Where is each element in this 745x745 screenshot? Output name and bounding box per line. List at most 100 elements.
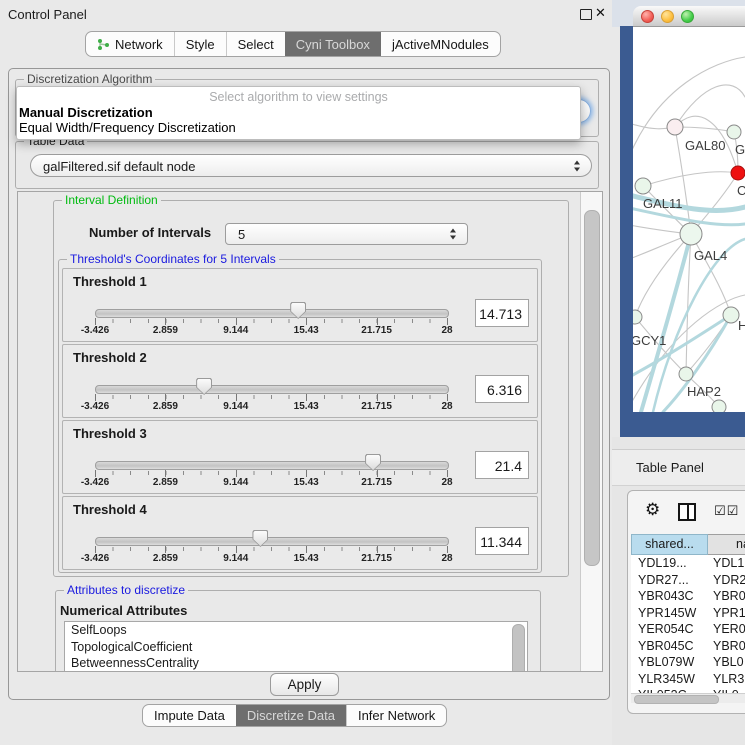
apply-button[interactable]: Apply <box>270 673 339 696</box>
table-row[interactable]: YDL19...YDL1 <box>631 555 745 572</box>
slider-track[interactable] <box>95 537 449 546</box>
horizontal-scrollbar-track[interactable] <box>631 693 745 703</box>
gear-icon[interactable]: ⚙ <box>645 500 660 520</box>
slider-ticks <box>95 319 448 323</box>
table-data-combobox[interactable]: galFiltered.sif default node <box>30 154 592 177</box>
slider-ticks <box>95 471 448 475</box>
tick-label: 21.715 <box>361 401 392 412</box>
table-row[interactable]: YLR345WYLR3 <box>631 671 745 688</box>
network-node[interactable] <box>667 119 683 135</box>
node-table: shared... na YDL19...YDL1YDR27...YDR2YBR… <box>631 534 745 703</box>
table-row[interactable]: YDR27...YDR2 <box>631 572 745 589</box>
tab-impute-data[interactable]: Impute Data <box>143 705 236 726</box>
threshold-panel: Threshold 3 -3.4262.8599.14415.4321.7152… <box>62 420 538 494</box>
tab-select[interactable]: Select <box>226 32 285 56</box>
tab-label: jActiveMNodules <box>392 37 489 52</box>
network-node[interactable] <box>635 178 651 194</box>
tick-label: 15.43 <box>294 325 319 336</box>
tab-label: Select <box>238 37 274 52</box>
top-tab-bar: Network Style Select Cyni Toolbox jActiv… <box>85 31 501 57</box>
app-root: Control Panel ✕ Network Style Select Cyn… <box>0 0 745 745</box>
table-row[interactable]: YBL079WYBL0 <box>631 654 745 671</box>
list-item[interactable]: TopologicalCoefficient <box>65 639 527 656</box>
network-node[interactable] <box>633 310 642 324</box>
threshold-value-field[interactable]: 21.4 <box>475 451 529 479</box>
slider-track[interactable] <box>95 461 449 470</box>
tab-jactivemnodules[interactable]: jActiveMNodules <box>381 32 500 56</box>
tab-label: Style <box>186 37 215 52</box>
list-item[interactable]: BetweennessCentrality <box>65 655 527 672</box>
column-header-shared-name[interactable]: shared... <box>631 534 708 555</box>
threshold-value-field[interactable]: 14.713 <box>475 299 529 327</box>
network-node[interactable] <box>731 166 745 180</box>
columns-icon[interactable] <box>678 503 696 521</box>
table-row[interactable]: YBR045CYBR0 <box>631 638 745 655</box>
tab-infer-network[interactable]: Infer Network <box>346 705 446 726</box>
network-icon <box>97 38 110 51</box>
column-header-name[interactable]: na <box>708 534 745 555</box>
threshold-panel: Threshold 1 -3.4262.8599.14415.4321.7152… <box>62 268 538 342</box>
node-label: HAP2 <box>687 384 721 399</box>
tab-discretize-data[interactable]: Discretize Data <box>236 705 346 726</box>
numerical-attributes-list[interactable]: SelfLoopsTopologicalCoefficientBetweenne… <box>64 621 528 672</box>
threshold-label: Threshold 2 <box>73 350 147 365</box>
dropdown-option-manual[interactable]: Manual Discretization <box>17 105 580 120</box>
network-node[interactable] <box>679 367 693 381</box>
tab-cyni-toolbox[interactable]: Cyni Toolbox <box>285 32 381 56</box>
dropdown-hint: Select algorithm to view settings <box>17 87 580 105</box>
minimize-window-icon[interactable] <box>661 10 674 23</box>
tick-label: -3.426 <box>81 325 109 336</box>
scrollbar-track[interactable] <box>580 192 602 671</box>
threshold-panel: Threshold 2 -3.4262.8599.14415.4321.7152… <box>62 344 538 418</box>
threshold-label: Threshold 3 <box>73 426 147 441</box>
network-node[interactable] <box>712 400 726 412</box>
node-label: C <box>737 183 745 198</box>
close-icon[interactable]: ✕ <box>595 5 606 21</box>
num-intervals-spinner[interactable]: 5 <box>225 223 468 245</box>
checkbox-icons[interactable]: ☑☑ <box>714 503 739 519</box>
zoom-window-icon[interactable] <box>681 10 694 23</box>
tick-label: 9.144 <box>223 553 248 564</box>
float-window-icon[interactable] <box>580 9 592 20</box>
table-header-row: shared... na <box>631 534 745 555</box>
table-row[interactable]: YBR043CYBR0 <box>631 588 745 605</box>
slider-track[interactable] <box>95 385 449 394</box>
tick-label: 15.43 <box>294 553 319 564</box>
tab-label: Network <box>115 37 163 52</box>
spinner-arrows-icon <box>450 229 457 240</box>
tick-label: 15.43 <box>294 401 319 412</box>
algorithm-dropdown-popup: Select algorithm to view settings Manual… <box>16 86 581 140</box>
list-item[interactable]: SelfLoops <box>65 622 527 639</box>
tick-label: 28 <box>441 325 452 336</box>
threshold-value-field[interactable]: 6.316 <box>475 375 529 403</box>
slider-track[interactable] <box>95 309 449 318</box>
scrollbar-thumb[interactable] <box>584 210 600 566</box>
horizontal-scrollbar-thumb[interactable] <box>634 695 719 704</box>
node-label: GAL80 <box>685 138 725 153</box>
network-window-titlebar[interactable] <box>633 6 745 27</box>
interval-definition-group: Interval Definition Number of Intervals … <box>53 200 569 577</box>
tick-label: 2.859 <box>153 401 178 412</box>
list-scrollbar[interactable] <box>512 624 525 672</box>
group-title: Attributes to discretize <box>64 583 188 597</box>
network-node[interactable] <box>723 307 739 323</box>
tick-label: 2.859 <box>153 477 178 488</box>
network-canvas[interactable]: GAL80GAGAL11CGAL4GCY1HHAP2 <box>633 27 745 412</box>
network-node[interactable] <box>727 125 741 139</box>
slider-ticks <box>95 395 448 399</box>
tab-style[interactable]: Style <box>174 32 226 56</box>
attributes-group: Attributes to discretize Numerical Attri… <box>55 590 541 672</box>
tick-label: -3.426 <box>81 477 109 488</box>
table-row[interactable]: YPR145WYPR1 <box>631 605 745 622</box>
threshold-label: Threshold 1 <box>73 274 147 289</box>
tab-network[interactable]: Network <box>86 32 174 56</box>
network-node[interactable] <box>680 223 702 245</box>
tab-label: Cyni Toolbox <box>296 37 370 52</box>
table-row[interactable]: YER054CYER0 <box>631 621 745 638</box>
threshold-panel: Threshold 4 -3.4262.8599.14415.4321.7152… <box>62 496 538 570</box>
threshold-value-field[interactable]: 11.344 <box>475 527 529 555</box>
close-window-icon[interactable] <box>641 10 654 23</box>
tick-label: 21.715 <box>361 325 392 336</box>
tick-label: 9.144 <box>223 401 248 412</box>
dropdown-option-equal-width[interactable]: Equal Width/Frequency Discretization <box>17 120 580 135</box>
